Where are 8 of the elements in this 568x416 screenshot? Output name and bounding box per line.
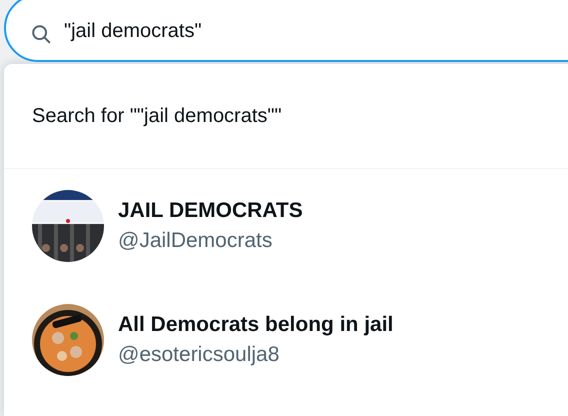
search-field[interactable]: "jail democrats"	[4, 0, 568, 62]
account-name: All Democrats belong in jail	[118, 313, 394, 337]
account-name: JAIL DEMOCRATS	[118, 199, 303, 223]
search-suggestion[interactable]: Search for ""jail democrats""	[4, 64, 568, 169]
account-handle: @esotericsoulja8	[118, 343, 280, 367]
account-result[interactable]: All Democrats belong in jail @esotericsoulja8	[4, 283, 568, 397]
account-handle: @JailDemocrats	[118, 229, 274, 253]
account-result[interactable]: JAIL DEMOCRATS @JailDemocrats	[4, 169, 568, 283]
